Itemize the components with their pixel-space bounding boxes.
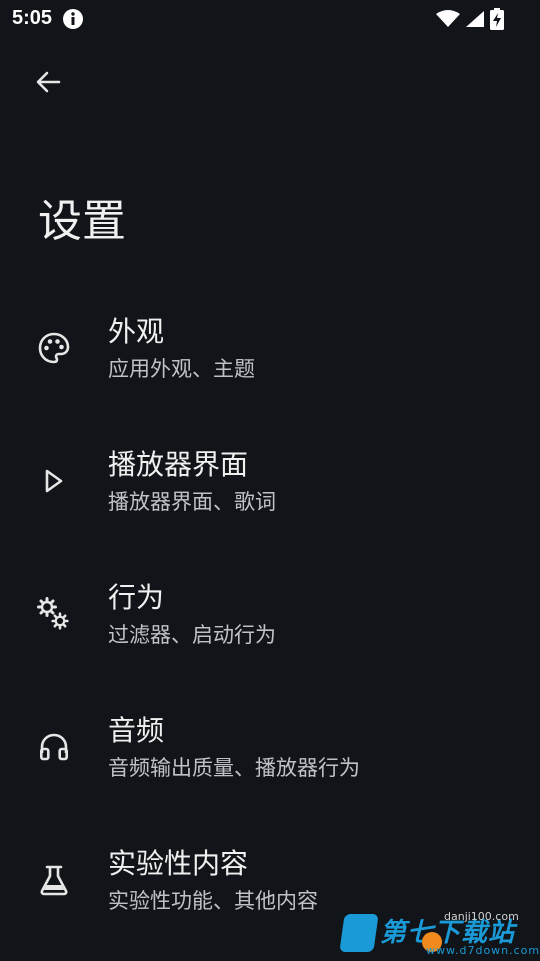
status-time: 5:05 xyxy=(12,7,53,29)
watermark-logo-icon xyxy=(339,914,379,952)
settings-item-title: 播放器界面 xyxy=(108,448,249,481)
headphones-icon xyxy=(36,729,72,765)
palette-icon xyxy=(36,330,72,366)
flask-icon xyxy=(36,862,72,898)
settings-item-title: 实验性内容 xyxy=(108,847,249,880)
info-icon xyxy=(62,8,84,30)
settings-item-subtitle: 播放器界面、歌词 xyxy=(108,490,276,514)
watermark-url: www.d7down.com xyxy=(426,944,540,957)
settings-item-subtitle: 应用外观、主题 xyxy=(108,357,255,381)
status-icons xyxy=(436,8,504,30)
settings-item-subtitle: 过滤器、启动行为 xyxy=(108,623,276,647)
settings-item-title: 行为 xyxy=(108,581,165,614)
gears-icon xyxy=(36,596,72,632)
settings-item-subtitle: 音频输出质量、播放器行为 xyxy=(108,756,360,780)
settings-item-audio[interactable]: 音频 音频输出质量、播放器行为 xyxy=(0,695,540,828)
page-title: 设置 xyxy=(38,196,126,247)
settings-item-subtitle: 实验性功能、其他内容 xyxy=(108,889,318,913)
settings-item-title: 音频 xyxy=(108,714,165,747)
watermark-site: danji100.com xyxy=(444,910,519,923)
settings-item-appearance[interactable]: 外观 应用外观、主题 xyxy=(0,296,540,429)
play-icon xyxy=(36,463,72,499)
battery-charging-icon xyxy=(490,8,504,30)
wifi-icon xyxy=(436,10,460,28)
arrow-left-icon xyxy=(34,68,62,100)
settings-item-behavior[interactable]: 行为 过滤器、启动行为 xyxy=(0,562,540,695)
settings-item-title: 外观 xyxy=(108,315,165,348)
back-button[interactable] xyxy=(24,60,72,108)
cell-signal-icon xyxy=(465,10,485,28)
settings-item-player-ui[interactable]: 播放器界面 播放器界面、歌词 xyxy=(0,429,540,562)
watermark: 第七下载站 danji100.com www.d7down.com xyxy=(336,910,539,958)
status-bar: 5:05 xyxy=(0,0,540,36)
settings-list: 外观 应用外观、主题 播放器界面 播放器界面、歌词 行为 过滤器、启动行为 音频… xyxy=(0,296,540,961)
